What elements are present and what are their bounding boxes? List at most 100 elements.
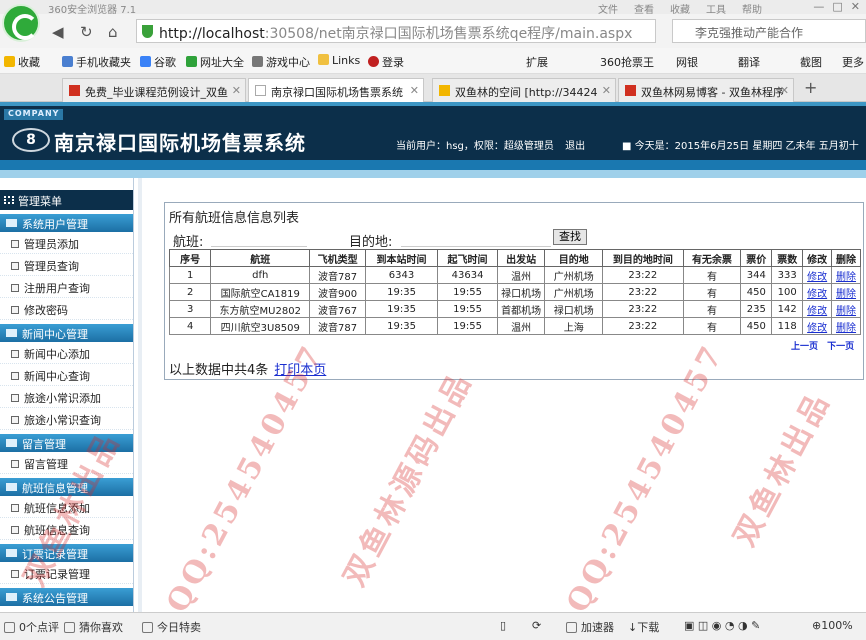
refresh-status-icon[interactable]: ⟳: [532, 619, 541, 632]
logout-link[interactable]: 退出: [565, 141, 585, 152]
sidebar-group-messages[interactable]: 留言管理: [0, 434, 133, 452]
next-page-link[interactable]: 下一页: [827, 342, 854, 352]
address-bar[interactable]: http://localhost:30508/net南京禄口国际机场售票系统qe…: [136, 19, 656, 43]
sidebar-item-tips-query[interactable]: 旅途小常识查询: [0, 408, 133, 430]
folder-icon: [6, 329, 17, 337]
tab-close-icon[interactable]: ✕: [602, 84, 611, 97]
sidebar-splitter[interactable]: [138, 178, 142, 612]
fav-item[interactable]: 游戏中心: [252, 54, 310, 70]
star-icon: [4, 56, 15, 67]
edit-link[interactable]: 修改: [807, 272, 827, 283]
table-row: 3 东方航空MU2802 波音767 19:35 19:55 首都机场 禄口机场…: [168, 300, 861, 318]
delete-link[interactable]: 删除: [836, 272, 856, 283]
sidebar-item-user-query[interactable]: 注册用户查询: [0, 276, 133, 298]
cell: 国际航空CA1819: [210, 283, 311, 301]
fav-item[interactable]: 手机收藏夹: [62, 54, 131, 70]
sidebar-item-message-manage[interactable]: 留言管理: [0, 452, 133, 474]
tool-ticket[interactable]: 360抢票王: [600, 54, 654, 70]
flight-input[interactable]: [211, 230, 307, 247]
cell: 波音787: [309, 317, 366, 335]
cell: 1: [168, 266, 212, 284]
sidebar-item-flight-add[interactable]: 航班信息添加: [0, 496, 133, 518]
tab-close-icon[interactable]: ✕: [232, 84, 241, 97]
home-icon[interactable]: ⌂: [108, 23, 118, 41]
fav-item[interactable]: 网址大全: [186, 54, 244, 70]
fav-item[interactable]: 收藏: [4, 54, 40, 70]
delete-link[interactable]: 删除: [836, 289, 856, 300]
search-button[interactable]: 查找: [553, 229, 587, 245]
col-header: 票数: [771, 249, 804, 267]
tool-translate[interactable]: 翻译: [738, 54, 760, 70]
delete-link[interactable]: 删除: [836, 306, 856, 317]
fav-item[interactable]: 谷歌: [140, 54, 176, 70]
accelerator-status[interactable]: 加速器: [566, 619, 614, 635]
maximize-icon[interactable]: □: [832, 0, 842, 13]
tab-free-courses[interactable]: 免费_毕业课程范例设计_双鱼 ✕: [62, 78, 246, 102]
close-icon[interactable]: ✕: [851, 0, 860, 13]
cell: 有: [682, 317, 742, 335]
tab-close-icon[interactable]: ✕: [410, 84, 419, 97]
prev-page-link[interactable]: 上一页: [791, 342, 818, 352]
flight-list-panel: 所有航班信息信息列表 航班: 目的地: 查找 序号 航班 飞机类型 到本站时间 …: [164, 202, 864, 380]
print-link[interactable]: 打印本页: [274, 363, 326, 378]
likes-status[interactable]: 猜你喜欢: [64, 619, 123, 635]
browser-search-box[interactable]: 李克强推动产能合作: [672, 19, 866, 43]
cell: 修改: [802, 300, 833, 318]
tab-close-icon[interactable]: ✕: [780, 84, 789, 97]
fav-item[interactable]: 登录: [368, 54, 404, 70]
doc-icon: [11, 284, 19, 292]
tool-screenshot[interactable]: 截图: [800, 54, 822, 70]
col-header: 飞机类型: [309, 249, 366, 267]
sidebar-item-change-password[interactable]: 修改密码: [0, 298, 133, 320]
comments-status[interactable]: 0个点评: [4, 619, 59, 635]
sidebar-item-news-add[interactable]: 新闻中心添加: [0, 342, 133, 364]
sidebar-group-bookings[interactable]: 订票记录管理: [0, 544, 133, 562]
refresh-icon[interactable]: ↻: [80, 23, 93, 41]
delete-link[interactable]: 删除: [836, 323, 856, 334]
cell: 3: [168, 300, 212, 318]
edit-link[interactable]: 修改: [807, 323, 827, 334]
folder-icon: [6, 593, 17, 601]
search-row: 航班: 目的地: 查找: [173, 229, 863, 250]
sidebar-item-news-query[interactable]: 新闻中心查询: [0, 364, 133, 386]
new-tab-icon[interactable]: +: [804, 78, 817, 97]
sidebar-item-flight-query[interactable]: 航班信息查询: [0, 518, 133, 540]
sidebar-group-notices[interactable]: 系统公告管理: [0, 588, 133, 606]
minimize-icon[interactable]: —: [813, 0, 824, 13]
tab-favicon-icon: [625, 85, 636, 96]
sidebar-item-admin-query[interactable]: 管理员查询: [0, 254, 133, 276]
sidebar-item-admin-add[interactable]: 管理员添加: [0, 232, 133, 254]
folder-icon: [6, 483, 17, 491]
doc-icon: [11, 504, 19, 512]
tool-bank[interactable]: 网银: [676, 54, 698, 70]
tray-icons[interactable]: ▣ ◫ ◉ ◔ ◑ ✎: [684, 619, 760, 632]
zoom-level[interactable]: ⊕100%: [812, 619, 853, 632]
tool-extensions[interactable]: 扩展: [526, 54, 548, 70]
tab-blog[interactable]: 双鱼林网易博客 - 双鱼林程序 ✕: [618, 78, 794, 102]
fav-item[interactable]: Links: [318, 54, 360, 67]
main-content: 所有航班信息信息列表 航班: 目的地: 查找 序号 航班 飞机类型 到本站时间 …: [144, 178, 866, 612]
heart-icon: [64, 622, 75, 633]
download-status[interactable]: ↓下载: [628, 619, 659, 635]
current-user: 当前用户：hsg，权限：超级管理员: [396, 141, 554, 152]
sidebar-item-tips-add[interactable]: 旅途小常识添加: [0, 386, 133, 408]
browser-logo-icon[interactable]: [2, 4, 40, 42]
zoom-icon: ⊕: [812, 619, 822, 632]
back-icon[interactable]: ◀: [52, 23, 64, 41]
phone-icon[interactable]: ▯: [500, 619, 506, 632]
destination-input[interactable]: [401, 230, 551, 247]
globe-icon: [186, 56, 197, 67]
sidebar-group-news[interactable]: 新闻中心管理: [0, 324, 133, 342]
tab-ticket-system[interactable]: 南京禄口国际机场售票系统 ✕: [248, 78, 424, 103]
sidebar-item-booking-manage[interactable]: 订票记录管理: [0, 562, 133, 584]
doc-icon: [11, 262, 19, 270]
table-row: 2 国际航空CA1819 波音900 19:35 19:55 禄口机场 广州机场…: [168, 283, 861, 301]
tab-space[interactable]: 双鱼林的空间 [http://34424 ✕: [432, 78, 616, 102]
edit-link[interactable]: 修改: [807, 306, 827, 317]
sidebar-group-system-users[interactable]: 系统用户管理: [0, 214, 133, 232]
edit-link[interactable]: 修改: [807, 289, 827, 300]
deals-status[interactable]: 今日特卖: [142, 619, 201, 635]
sidebar-group-flights[interactable]: 航班信息管理: [0, 478, 133, 496]
tool-more[interactable]: 更多: [842, 54, 864, 70]
summary-line: 以上数据中共4条 打印本页: [169, 359, 326, 378]
